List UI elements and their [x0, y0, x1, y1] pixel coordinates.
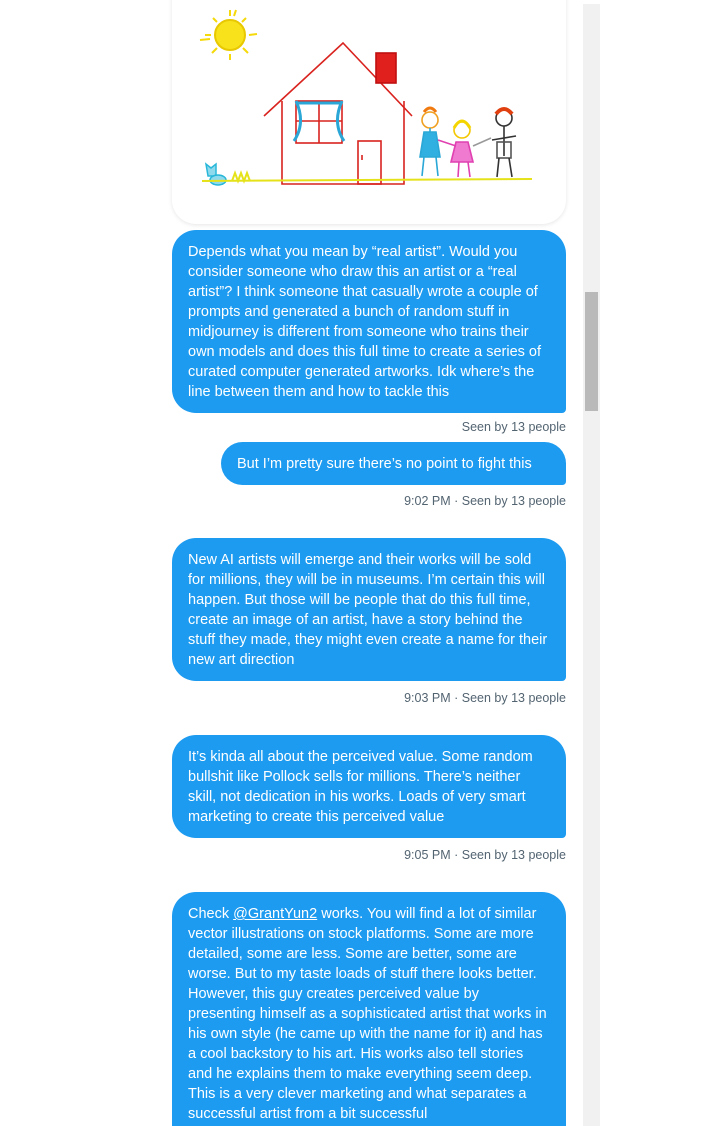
message-bubble[interactable]: New AI artists will emerge and their wor… — [172, 538, 566, 681]
child-drawing-illustration — [199, 9, 533, 186]
vertical-scrollbar[interactable] — [583, 4, 600, 1126]
user-mention-link[interactable]: @GrantYun2 — [233, 906, 317, 922]
message-timestamp[interactable]: 9:03 PM — [404, 691, 451, 705]
message-timestamp[interactable]: 9:05 PM — [404, 848, 451, 862]
grass-drawing — [201, 170, 533, 184]
message-meta: 9:03 PM · Seen by 13 people — [404, 691, 566, 705]
seen-status: Seen by 13 people — [461, 691, 566, 705]
message-bubble[interactable]: Depends what you mean by “real artist”. … — [172, 230, 566, 413]
meta-separator: · — [450, 494, 462, 508]
conversation-pane: Depends what you mean by “real artist”. … — [0, 0, 583, 1126]
meta-separator: · — [450, 691, 462, 705]
seen-status: Seen by 13 people — [461, 494, 566, 508]
message-bubble[interactable]: But I’m pretty sure there’s no point to … — [221, 442, 566, 485]
message-read-receipt: Seen by 13 people — [462, 420, 566, 434]
message-bubble[interactable]: Check @GrantYun2 works. You will find a … — [172, 892, 566, 1126]
family-drawing — [419, 106, 517, 178]
house-drawing — [263, 41, 413, 185]
scrollbar-thumb[interactable] — [585, 292, 598, 411]
message-timestamp[interactable]: 9:02 PM — [404, 494, 451, 508]
seen-status: Seen by 13 people — [461, 420, 566, 434]
seen-status: Seen by 13 people — [461, 848, 566, 862]
message-meta: 9:02 PM · Seen by 13 people — [404, 494, 566, 508]
attached-drawing-image[interactable] — [172, 0, 566, 224]
blank-margin — [600, 0, 703, 1126]
message-text-part: Check — [188, 906, 234, 922]
message-meta: 9:05 PM · Seen by 13 people — [404, 848, 566, 862]
meta-separator: · — [450, 848, 462, 862]
message-bubble[interactable]: It’s kinda all about the perceived value… — [172, 735, 566, 838]
sun-drawing — [199, 9, 258, 60]
message-text-part: works. You will find a lot of similar ve… — [188, 906, 547, 1122]
